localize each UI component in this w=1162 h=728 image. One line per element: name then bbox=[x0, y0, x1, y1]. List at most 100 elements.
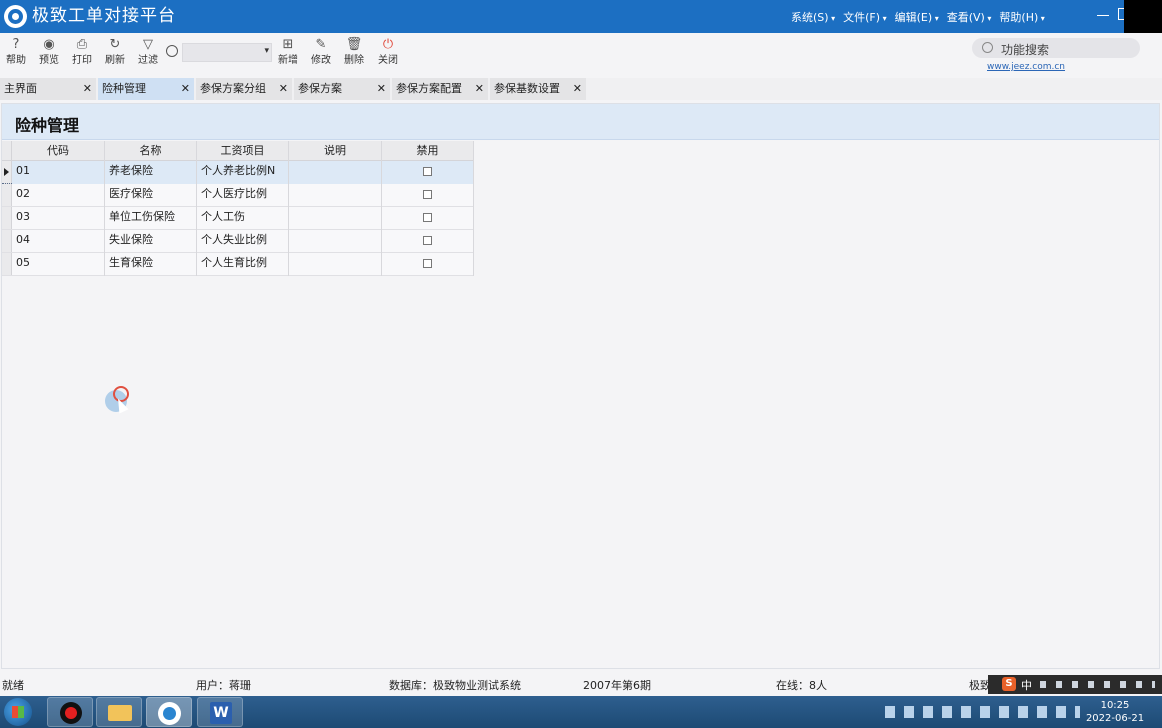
tab-label: 主界面 bbox=[4, 82, 37, 95]
close-icon[interactable]: ✕ bbox=[83, 78, 92, 100]
menu-help[interactable]: 帮助(H) bbox=[999, 9, 1044, 25]
filter-icon: ▽ bbox=[143, 37, 153, 52]
cell-salary-item[interactable]: 个人工伤 bbox=[197, 207, 289, 230]
refresh-button[interactable]: ↻ 刷新 bbox=[100, 36, 130, 68]
cell-note[interactable] bbox=[289, 184, 382, 207]
refresh-label: 刷新 bbox=[105, 55, 125, 66]
delete-button[interactable]: 🗑 删除 bbox=[339, 36, 369, 68]
cell-salary-item[interactable]: 个人生育比例 bbox=[197, 253, 289, 276]
column-header-salary-item[interactable]: 工资项目 bbox=[197, 141, 289, 161]
menu-system[interactable]: 系统(S) bbox=[791, 9, 835, 25]
cell-salary-item[interactable]: 个人失业比例 bbox=[197, 230, 289, 253]
cell-disabled[interactable] bbox=[382, 253, 474, 276]
close-icon[interactable]: ✕ bbox=[573, 78, 582, 100]
system-tray-icons[interactable] bbox=[885, 706, 1080, 718]
close-icon[interactable]: ✕ bbox=[181, 78, 190, 100]
disabled-checkbox[interactable] bbox=[423, 190, 432, 199]
close-icon[interactable]: ✕ bbox=[377, 78, 386, 100]
table-row[interactable]: 03 单位工伤保险 个人工伤 bbox=[2, 207, 474, 230]
cell-name[interactable]: 失业保险 bbox=[105, 230, 197, 253]
column-header-note[interactable]: 说明 bbox=[289, 141, 382, 161]
disabled-checkbox[interactable] bbox=[423, 236, 432, 245]
column-header-code[interactable]: 代码 bbox=[12, 141, 105, 161]
tab-scheme-config[interactable]: 参保方案配置 ✕ bbox=[392, 78, 488, 100]
taskbar-app[interactable] bbox=[146, 697, 192, 727]
table-row[interactable]: 04 失业保险 个人失业比例 bbox=[2, 230, 474, 253]
delete-label: 删除 bbox=[344, 55, 364, 66]
tab-label: 参保基数设置 bbox=[494, 82, 560, 95]
new-label: 新增 bbox=[278, 55, 298, 66]
close-button[interactable]: ⏻ 关闭 bbox=[373, 36, 403, 68]
edit-button[interactable]: ✎ 修改 bbox=[306, 36, 336, 68]
table-row[interactable]: 01 养老保险 个人养老比例N bbox=[2, 161, 474, 184]
taskbar-word[interactable]: W bbox=[197, 697, 243, 727]
disabled-checkbox[interactable] bbox=[423, 213, 432, 222]
row-indicator-header bbox=[2, 141, 12, 160]
filter-button[interactable]: ▽ 过滤 bbox=[133, 36, 163, 68]
menu-bar: 系统(S) 文件(F) 编辑(E) 查看(V) 帮助(H) bbox=[791, 9, 1045, 25]
table-row[interactable]: 05 生育保险 个人生育比例 bbox=[2, 253, 474, 276]
cell-name[interactable]: 养老保险 bbox=[105, 161, 197, 184]
column-header-name[interactable]: 名称 bbox=[105, 141, 197, 161]
cell-name[interactable]: 生育保险 bbox=[105, 253, 197, 276]
cell-note[interactable] bbox=[289, 161, 382, 184]
status-state: 就绪 bbox=[2, 679, 24, 692]
cell-salary-item[interactable]: 个人养老比例N bbox=[197, 161, 289, 184]
tab-schemes[interactable]: 参保方案 ✕ bbox=[294, 78, 390, 100]
column-header-disabled[interactable]: 禁用 bbox=[382, 141, 474, 161]
cell-note[interactable] bbox=[289, 207, 382, 230]
tab-home[interactable]: 主界面 ✕ bbox=[0, 78, 96, 100]
table-row[interactable]: 02 医疗保险 个人医疗比例 bbox=[2, 184, 474, 207]
function-search-input[interactable]: 功能搜索 bbox=[972, 38, 1140, 58]
menu-edit[interactable]: 编辑(E) bbox=[895, 9, 939, 25]
status-online: 在线：8人 bbox=[776, 679, 827, 692]
start-button[interactable] bbox=[4, 698, 32, 726]
insurance-grid: 代码 名称 工资项目 说明 禁用 01 养老保险 个人养老比例N 02 医疗保险… bbox=[2, 141, 474, 276]
cell-disabled[interactable] bbox=[382, 207, 474, 230]
cell-note[interactable] bbox=[289, 230, 382, 253]
sogou-ime-icon: S bbox=[1002, 677, 1016, 691]
disabled-checkbox[interactable] bbox=[423, 167, 432, 176]
pencil-icon: ✎ bbox=[315, 37, 327, 52]
close-icon[interactable]: ✕ bbox=[279, 78, 288, 100]
search-combo[interactable] bbox=[182, 43, 272, 62]
ime-toolbar[interactable]: S 中 bbox=[988, 675, 1162, 694]
print-button[interactable]: ⎙ 打印 bbox=[67, 36, 97, 68]
tab-base-settings[interactable]: 参保基数设置 ✕ bbox=[490, 78, 586, 100]
cell-code[interactable]: 02 bbox=[12, 184, 105, 207]
cell-disabled[interactable] bbox=[382, 230, 474, 253]
word-icon: W bbox=[210, 702, 232, 724]
status-user: 用户：蒋珊 bbox=[196, 679, 251, 692]
printer-icon: ⎙ bbox=[76, 37, 88, 52]
tab-insurance-types[interactable]: 险种管理 ✕ bbox=[98, 78, 194, 100]
ime-mode[interactable]: 中 bbox=[1021, 677, 1032, 693]
cell-code[interactable]: 03 bbox=[12, 207, 105, 230]
row-indicator bbox=[2, 230, 12, 252]
taskbar-explorer[interactable] bbox=[96, 697, 142, 727]
filter-label: 过滤 bbox=[138, 55, 158, 66]
cell-note[interactable] bbox=[289, 253, 382, 276]
cell-code[interactable]: 01 bbox=[12, 161, 105, 184]
menu-view[interactable]: 查看(V) bbox=[947, 9, 992, 25]
search-icon[interactable] bbox=[166, 45, 178, 57]
taskbar-clock[interactable]: 10:25 2022-06-21 bbox=[1084, 699, 1146, 725]
preview-button[interactable]: ◉ 预览 bbox=[34, 36, 64, 68]
cell-name[interactable]: 单位工伤保险 bbox=[105, 207, 197, 230]
cell-salary-item[interactable]: 个人医疗比例 bbox=[197, 184, 289, 207]
ime-tool-icons[interactable] bbox=[1040, 681, 1155, 688]
minimize-button[interactable] bbox=[1095, 6, 1111, 24]
taskbar-recorder[interactable] bbox=[47, 697, 93, 727]
cell-disabled[interactable] bbox=[382, 161, 474, 184]
website-link[interactable]: www.jeez.com.cn bbox=[987, 62, 1065, 72]
cell-name[interactable]: 医疗保险 bbox=[105, 184, 197, 207]
menu-file[interactable]: 文件(F) bbox=[843, 9, 886, 25]
status-database: 数据库：极致物业测试系统 bbox=[389, 679, 521, 692]
help-button[interactable]: ? 帮助 bbox=[1, 36, 31, 68]
disabled-checkbox[interactable] bbox=[423, 259, 432, 268]
new-button[interactable]: ⊞ 新增 bbox=[273, 36, 303, 68]
cell-disabled[interactable] bbox=[382, 184, 474, 207]
close-icon[interactable]: ✕ bbox=[475, 78, 484, 100]
tab-scheme-groups[interactable]: 参保方案分组 ✕ bbox=[196, 78, 292, 100]
cell-code[interactable]: 05 bbox=[12, 253, 105, 276]
cell-code[interactable]: 04 bbox=[12, 230, 105, 253]
